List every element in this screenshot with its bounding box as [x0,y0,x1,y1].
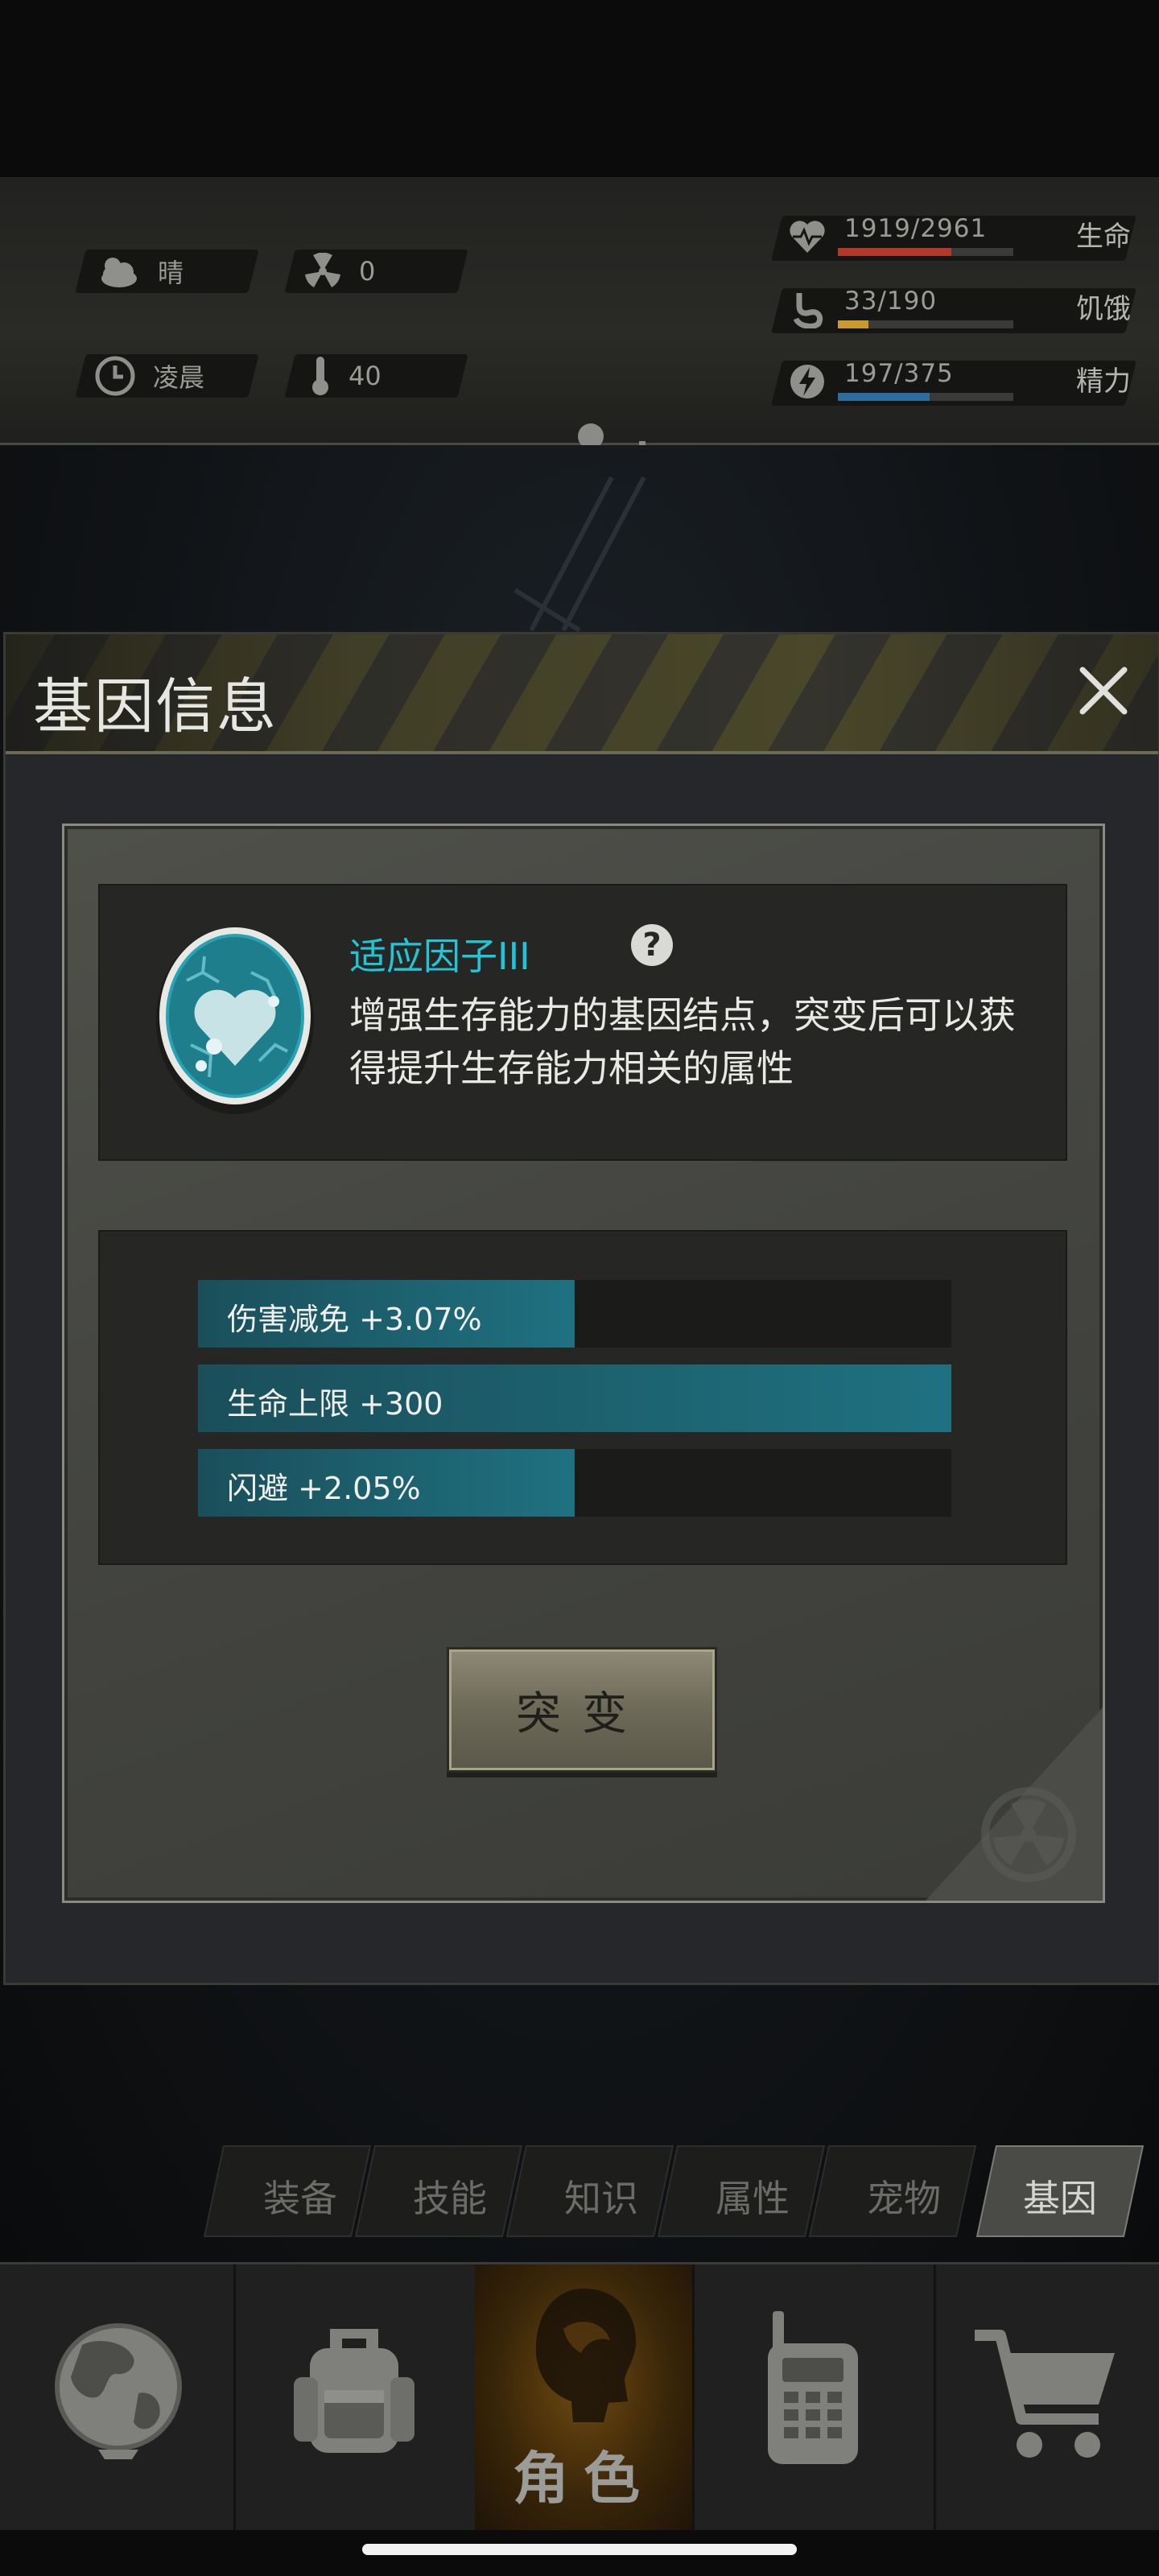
energy-stat: 197/375 精力 [771,354,1136,411]
stat-text: 闪避 +2.05% [227,1471,421,1506]
weather-status: 晴 [95,250,184,293]
gene-info-modal: 基因信息 适应因子III ? 增强生存能力的基因结点，突变后可以获得提升生存能力… [3,632,1159,1985]
stat-row-max-health: 生命上限 +300 [198,1364,951,1432]
mutate-button[interactable]: 突变 [447,1647,717,1773]
hunger-stat: 33/190 饥饿 [771,282,1136,338]
health-label: 生命 [1076,221,1131,253]
nav-character-button[interactable]: 角色 [475,2264,695,2530]
stat-text: 生命上限 +300 [227,1386,443,1422]
time-status: 凌晨 [95,354,204,398]
close-icon[interactable] [1071,658,1136,723]
time-text: 凌晨 [153,362,205,393]
radiation-status: 0 [304,250,375,293]
temperature-status: 40 [310,354,382,398]
tab-attributes[interactable]: 属性 [716,2169,790,2223]
weather-text: 晴 [158,258,184,288]
energy-label: 精力 [1076,365,1131,398]
hunger-label: 饥饿 [1076,293,1131,325]
heart-pulse-icon [790,221,825,253]
stomach-icon [793,293,823,328]
radiation-watermark-icon [926,1707,1103,1901]
character-tabs: 装备 技能 知识 属性 宠物 基因 [203,2145,1145,2240]
gene-card: 适应因子III ? 增强生存能力的基因结点，突变后可以获得提升生存能力相关的属性 [98,884,1067,1161]
radiation-value: 0 [359,256,376,287]
stat-row-dodge: 闪避 +2.05% [198,1449,951,1517]
gene-description: 增强生存能力的基因结点，突变后可以获得提升生存能力相关的属性 [349,993,1016,1090]
character-head-icon [535,2289,637,2422]
cloud-sun-icon [101,258,137,287]
bottom-nav: 角色 [0,2262,1159,2530]
modal-title: 基因信息 [33,672,278,741]
gene-heart-icon [156,927,314,1114]
hunger-value: 33/190 [844,287,938,316]
gene-stats-card: 伤害减免 +3.07% 生命上限 +300 闪避 +2.05% [98,1230,1067,1565]
radiation-icon [305,253,340,287]
tab-skills[interactable]: 技能 [413,2169,487,2223]
hunger-bar [838,320,1013,328]
tab-genes[interactable]: 基因 [1023,2169,1097,2223]
health-bar [838,248,1013,256]
modal-header: 基因信息 [6,634,1158,754]
clock-icon [95,356,135,396]
tab-knowledge[interactable]: 知识 [564,2169,638,2223]
cart-icon [975,2330,1115,2458]
nav-world-button[interactable] [0,2264,236,2530]
backpack-icon [294,2329,415,2453]
nav-radio-button[interactable] [692,2264,936,2530]
nav-backpack-button[interactable] [233,2264,477,2530]
energy-value: 197/375 [844,359,954,388]
nav-shop-button[interactable] [934,2264,1159,2530]
home-indicator[interactable] [362,2544,797,2555]
health-stat: 1919/2961 生命 [771,209,1136,266]
temperature-value: 40 [349,361,382,391]
gene-name: 适应因子III [349,935,530,978]
walkie-talkie-icon [768,2311,858,2464]
energy-bolt-icon [790,365,824,398]
tab-equipment[interactable]: 装备 [263,2169,337,2223]
globe-icon [55,2323,182,2459]
health-value: 1919/2961 [844,214,988,243]
status-bar: 晴 0 凌晨 40 1919/2961 生命 33/190 饥饿 197/375… [0,177,1159,580]
stat-text: 伤害减免 +3.07% [227,1302,482,1337]
nav-character-label: 角色 [513,2446,654,2512]
stat-row-damage-reduction: 伤害减免 +3.07% [198,1280,951,1348]
thermometer-icon [312,357,328,395]
help-button[interactable]: ? [631,924,673,966]
tab-pets[interactable]: 宠物 [867,2169,941,2223]
energy-bar [838,393,1013,401]
